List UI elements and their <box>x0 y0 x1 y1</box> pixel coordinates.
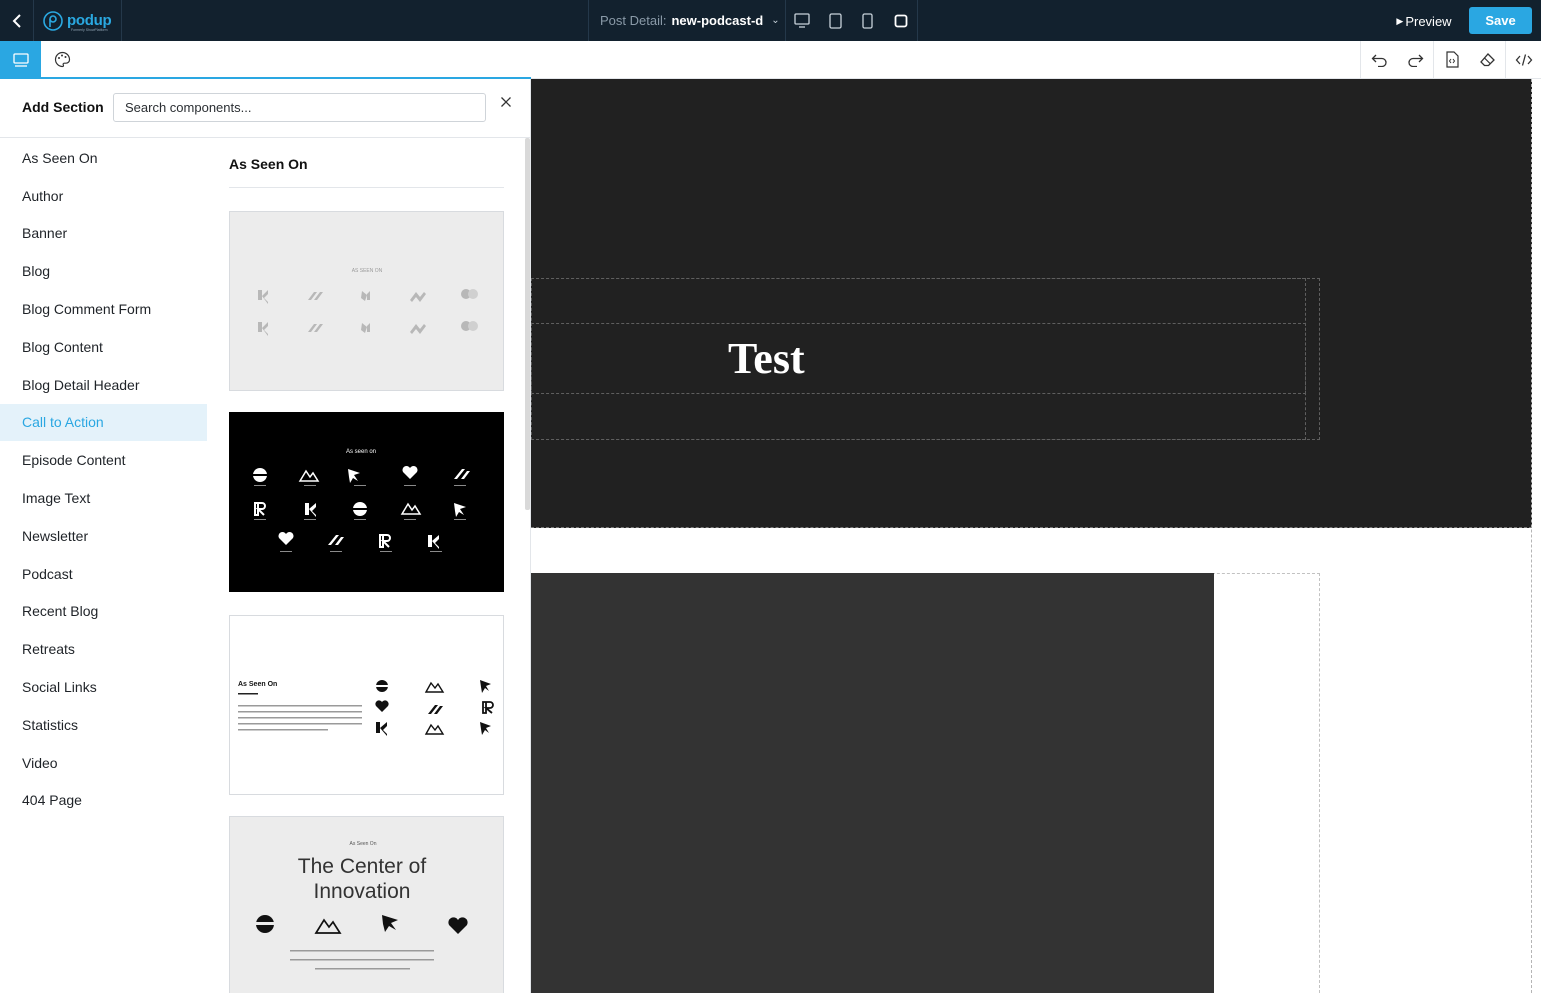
search-input[interactable] <box>113 93 486 122</box>
thumb-kicker: As Seen On <box>350 841 377 847</box>
editor-toolbar <box>0 41 1541 79</box>
image-placeholder[interactable] <box>531 573 1214 993</box>
category-list: As Seen On Author Banner Blog Blog Comme… <box>0 139 207 819</box>
code-icon <box>1515 53 1532 66</box>
add-section-tab[interactable] <box>0 41 41 78</box>
as-seen-on-centered-preview: As Seen On The Center of Innovation <box>255 841 468 970</box>
category-item[interactable]: Blog Content <box>0 328 207 366</box>
page-selector-label: Post Detail: <box>600 13 667 28</box>
tablet-icon <box>828 12 842 29</box>
hero-heading[interactable]: Test <box>728 333 805 384</box>
close-icon <box>501 97 511 107</box>
category-item[interactable]: Recent Blog <box>0 593 207 631</box>
category-item[interactable]: 404 Page <box>0 782 207 820</box>
undo-icon <box>1371 54 1387 67</box>
thumb-title-line1: The Center of <box>298 855 427 878</box>
gallery-title: As Seen On <box>229 139 504 188</box>
layers-icon <box>12 52 29 67</box>
add-section-panel: Add Section As Seen On Author Banner Blo… <box>0 79 531 993</box>
category-item[interactable]: Video <box>0 744 207 782</box>
canvas-edge-guide <box>1531 79 1532 993</box>
text-element-outline <box>531 323 1306 394</box>
component-thumbnail[interactable]: As Seen On <box>229 615 504 795</box>
page-selector[interactable]: Post Detail: new-podcast-d ⌄ <box>588 0 786 41</box>
component-thumbnail[interactable]: As Seen On The Center of Innovation <box>229 816 504 993</box>
undo-button[interactable] <box>1361 41 1397 78</box>
category-item[interactable]: Episode Content <box>0 441 207 479</box>
logo-text: podup <box>67 12 112 29</box>
page-selector-value: new-podcast-d <box>671 13 764 28</box>
mobile-view-button[interactable] <box>852 0 885 41</box>
desktop-icon <box>794 13 811 28</box>
top-bar: podup Formerly ShowPlatform Post Detail:… <box>0 0 1541 41</box>
category-item[interactable]: Blog Comment Form <box>0 290 207 328</box>
square-icon <box>894 14 908 27</box>
category-item[interactable]: Statistics <box>0 706 207 744</box>
theme-styles-tab[interactable] <box>44 41 80 78</box>
desktop-view-button[interactable] <box>786 0 819 41</box>
close-panel-button[interactable] <box>497 93 515 111</box>
back-button[interactable] <box>0 0 34 41</box>
fullscreen-view-button[interactable] <box>884 0 917 41</box>
panel-scrollbar[interactable] <box>525 138 530 510</box>
redo-button[interactable] <box>1397 41 1433 78</box>
play-icon: ▶ <box>1396 15 1404 26</box>
category-item[interactable]: Image Text <box>0 479 207 517</box>
category-item[interactable]: Retreats <box>0 630 207 668</box>
category-item-active[interactable]: Call to Action <box>0 403 207 442</box>
preview-label: Preview <box>1405 13 1452 29</box>
thumb-caption: AS SEEN ON <box>352 268 383 274</box>
editor-canvas[interactable]: Test <box>531 79 1541 993</box>
as-seen-on-light-preview: AS SEEN ON <box>258 268 478 336</box>
category-item[interactable]: Newsletter <box>0 517 207 555</box>
category-item[interactable]: Blog Detail Header <box>0 366 207 404</box>
history-tools <box>1360 41 1541 78</box>
podup-logo-icon <box>43 10 63 31</box>
component-thumbnail[interactable]: AS SEEN ON <box>229 211 504 391</box>
redo-icon <box>1407 54 1423 67</box>
category-item[interactable]: Social Links <box>0 668 207 706</box>
thumb-heading: As Seen On <box>238 681 277 688</box>
component-thumbnail[interactable]: As seen on <box>229 412 504 592</box>
category-item[interactable]: Banner <box>0 215 207 253</box>
tablet-view-button[interactable] <box>819 0 852 41</box>
mobile-icon <box>862 12 874 29</box>
chevron-down-icon: ⌄ <box>771 15 780 26</box>
eraser-icon <box>1479 53 1495 67</box>
clear-button[interactable] <box>1469 41 1505 78</box>
category-item[interactable]: Author <box>0 177 207 215</box>
thumb-caption: As seen on <box>346 449 376 455</box>
code-view-button[interactable] <box>1505 41 1541 78</box>
panel-header: Add Section <box>0 79 530 138</box>
category-item[interactable]: As Seen On <box>0 139 207 177</box>
palette-icon <box>54 51 70 68</box>
category-item[interactable]: Podcast <box>0 555 207 593</box>
app-logo[interactable]: podup Formerly ShowPlatform <box>34 0 122 41</box>
thumb-title-line2: Innovation <box>314 880 411 903</box>
hero-section[interactable]: Test <box>531 79 1532 528</box>
as-seen-on-split-preview: As Seen On <box>238 680 494 736</box>
logo-subtitle: Formerly ShowPlatform <box>71 28 108 32</box>
chevron-left-icon <box>12 13 21 28</box>
device-switcher <box>786 0 918 41</box>
panel-title: Add Section <box>22 99 104 115</box>
file-code-icon <box>1445 51 1459 68</box>
category-item[interactable]: Blog <box>0 252 207 290</box>
component-gallery: As Seen On AS SEEN ON As seen on As Seen… <box>229 139 504 993</box>
save-button[interactable]: Save <box>1469 7 1532 34</box>
as-seen-on-dark-preview: As seen on <box>252 449 470 552</box>
export-button[interactable] <box>1433 41 1469 78</box>
preview-button[interactable]: ▶ Preview <box>1390 9 1458 33</box>
